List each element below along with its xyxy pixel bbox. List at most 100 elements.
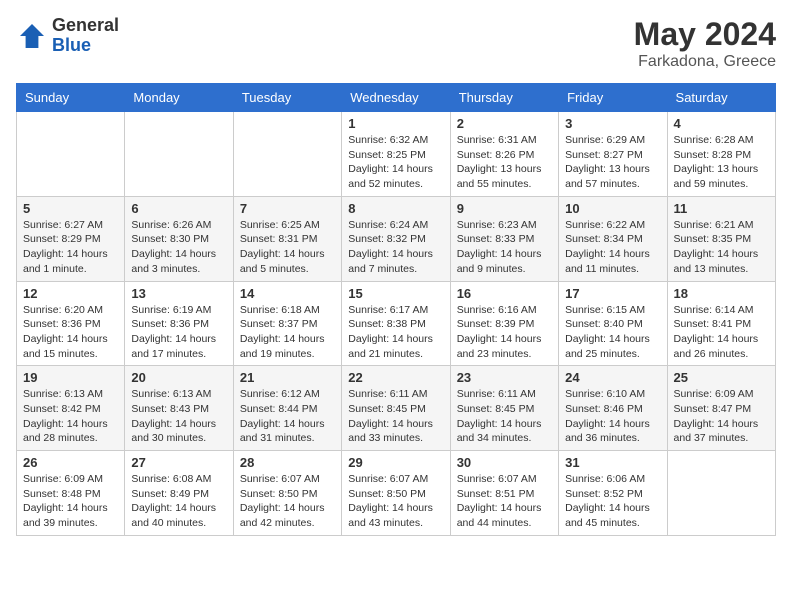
day-number: 20 bbox=[131, 370, 226, 385]
calendar-cell: 3 Sunrise: 6:29 AM Sunset: 8:27 PM Daylig… bbox=[559, 112, 667, 197]
day-detail: Sunrise: 6:07 AM Sunset: 8:50 PM Dayligh… bbox=[348, 472, 443, 531]
calendar-cell: 29 Sunrise: 6:07 AM Sunset: 8:50 PM Dayli… bbox=[342, 451, 450, 536]
calendar-cell: 15Sunrise: 6:17 AM Sunset: 8:38 PM Dayli… bbox=[342, 281, 450, 366]
day-number: 24 bbox=[565, 370, 660, 385]
logo-icon bbox=[16, 20, 48, 52]
day-detail: Sunrise: 6:20 AM Sunset: 8:36 PM Dayligh… bbox=[23, 303, 118, 362]
day-number: 17 bbox=[565, 286, 660, 301]
day-detail: Sunrise: 6:08 AM Sunset: 8:49 PM Dayligh… bbox=[131, 472, 226, 531]
calendar-cell: 5Sunrise: 6:27 AM Sunset: 8:29 PM Daylig… bbox=[17, 196, 125, 281]
calendar-cell: 17 Sunrise: 6:15 AM Sunset: 8:40 PM Dayli… bbox=[559, 281, 667, 366]
day-number: 10 bbox=[565, 201, 660, 216]
calendar-cell: 25 Sunrise: 6:09 AM Sunset: 8:47 PM Dayli… bbox=[667, 366, 775, 451]
calendar-cell: 8 Sunrise: 6:24 AM Sunset: 8:32 PM Daylig… bbox=[342, 196, 450, 281]
calendar-cell: 21 Sunrise: 6:12 AM Sunset: 8:44 PM Dayli… bbox=[233, 366, 341, 451]
day-detail: Sunrise: 6:11 AM Sunset: 8:45 PM Dayligh… bbox=[348, 387, 443, 446]
calendar-table: SundayMondayTuesdayWednesdayThursdayFrid… bbox=[16, 83, 776, 536]
day-detail: Sunrise: 6:10 AM Sunset: 8:46 PM Dayligh… bbox=[565, 387, 660, 446]
weekday-header-saturday: Saturday bbox=[667, 84, 775, 112]
calendar-cell: 23 Sunrise: 6:11 AM Sunset: 8:45 PM Dayli… bbox=[450, 366, 558, 451]
day-detail: Sunrise: 6:13 AM Sunset: 8:43 PM Dayligh… bbox=[131, 387, 226, 446]
day-detail: Sunrise: 6:11 AM Sunset: 8:45 PM Dayligh… bbox=[457, 387, 552, 446]
calendar-cell: 31Sunrise: 6:06 AM Sunset: 8:52 PM Dayli… bbox=[559, 451, 667, 536]
day-detail: Sunrise: 6:23 AM Sunset: 8:33 PM Dayligh… bbox=[457, 218, 552, 277]
day-number: 19 bbox=[23, 370, 118, 385]
day-number: 1 bbox=[348, 116, 443, 131]
calendar-cell: 1 Sunrise: 6:32 AM Sunset: 8:25 PM Daylig… bbox=[342, 112, 450, 197]
calendar-cell bbox=[17, 112, 125, 197]
calendar-week-row: 5Sunrise: 6:27 AM Sunset: 8:29 PM Daylig… bbox=[17, 196, 776, 281]
day-detail: Sunrise: 6:07 AM Sunset: 8:51 PM Dayligh… bbox=[457, 472, 552, 531]
day-detail: Sunrise: 6:12 AM Sunset: 8:44 PM Dayligh… bbox=[240, 387, 335, 446]
month-year-title: May 2024 bbox=[634, 16, 776, 53]
calendar-cell: 6Sunrise: 6:26 AM Sunset: 8:30 PM Daylig… bbox=[125, 196, 233, 281]
calendar-week-row: 19 Sunrise: 6:13 AM Sunset: 8:42 PM Dayli… bbox=[17, 366, 776, 451]
calendar-week-row: 12 Sunrise: 6:20 AM Sunset: 8:36 PM Dayli… bbox=[17, 281, 776, 366]
weekday-header-thursday: Thursday bbox=[450, 84, 558, 112]
calendar-cell: 12 Sunrise: 6:20 AM Sunset: 8:36 PM Dayli… bbox=[17, 281, 125, 366]
calendar-cell bbox=[233, 112, 341, 197]
day-number: 31 bbox=[565, 455, 660, 470]
day-number: 16 bbox=[457, 286, 552, 301]
day-number: 28 bbox=[240, 455, 335, 470]
day-detail: Sunrise: 6:09 AM Sunset: 8:47 PM Dayligh… bbox=[674, 387, 769, 446]
day-number: 25 bbox=[674, 370, 769, 385]
calendar-cell: 24 Sunrise: 6:10 AM Sunset: 8:46 PM Dayli… bbox=[559, 366, 667, 451]
calendar-cell bbox=[667, 451, 775, 536]
day-number: 23 bbox=[457, 370, 552, 385]
day-detail: Sunrise: 6:31 AM Sunset: 8:26 PM Dayligh… bbox=[457, 133, 552, 192]
calendar-cell: 22Sunrise: 6:11 AM Sunset: 8:45 PM Dayli… bbox=[342, 366, 450, 451]
day-detail: Sunrise: 6:09 AM Sunset: 8:48 PM Dayligh… bbox=[23, 472, 118, 531]
calendar-cell: 27Sunrise: 6:08 AM Sunset: 8:49 PM Dayli… bbox=[125, 451, 233, 536]
day-number: 7 bbox=[240, 201, 335, 216]
weekday-header-row: SundayMondayTuesdayWednesdayThursdayFrid… bbox=[17, 84, 776, 112]
day-detail: Sunrise: 6:13 AM Sunset: 8:42 PM Dayligh… bbox=[23, 387, 118, 446]
page-header: General Blue May 2024 Farkadona, Greece bbox=[16, 16, 776, 71]
day-number: 11 bbox=[674, 201, 769, 216]
calendar-cell: 26 Sunrise: 6:09 AM Sunset: 8:48 PM Dayli… bbox=[17, 451, 125, 536]
day-number: 29 bbox=[348, 455, 443, 470]
day-number: 15 bbox=[348, 286, 443, 301]
calendar-cell: 18 Sunrise: 6:14 AM Sunset: 8:41 PM Dayli… bbox=[667, 281, 775, 366]
calendar-week-row: 1 Sunrise: 6:32 AM Sunset: 8:25 PM Daylig… bbox=[17, 112, 776, 197]
calendar-cell: 10Sunrise: 6:22 AM Sunset: 8:34 PM Dayli… bbox=[559, 196, 667, 281]
logo-text: General Blue bbox=[52, 16, 119, 56]
day-detail: Sunrise: 6:32 AM Sunset: 8:25 PM Dayligh… bbox=[348, 133, 443, 192]
logo: General Blue bbox=[16, 16, 119, 56]
day-number: 6 bbox=[131, 201, 226, 216]
day-number: 8 bbox=[348, 201, 443, 216]
weekday-header-tuesday: Tuesday bbox=[233, 84, 341, 112]
day-number: 14 bbox=[240, 286, 335, 301]
day-detail: Sunrise: 6:24 AM Sunset: 8:32 PM Dayligh… bbox=[348, 218, 443, 277]
weekday-header-wednesday: Wednesday bbox=[342, 84, 450, 112]
day-detail: Sunrise: 6:18 AM Sunset: 8:37 PM Dayligh… bbox=[240, 303, 335, 362]
calendar-cell: 9Sunrise: 6:23 AM Sunset: 8:33 PM Daylig… bbox=[450, 196, 558, 281]
day-detail: Sunrise: 6:21 AM Sunset: 8:35 PM Dayligh… bbox=[674, 218, 769, 277]
day-detail: Sunrise: 6:07 AM Sunset: 8:50 PM Dayligh… bbox=[240, 472, 335, 531]
calendar-cell: 7Sunrise: 6:25 AM Sunset: 8:31 PM Daylig… bbox=[233, 196, 341, 281]
weekday-header-friday: Friday bbox=[559, 84, 667, 112]
day-detail: Sunrise: 6:14 AM Sunset: 8:41 PM Dayligh… bbox=[674, 303, 769, 362]
day-number: 30 bbox=[457, 455, 552, 470]
calendar-cell: 16 Sunrise: 6:16 AM Sunset: 8:39 PM Dayli… bbox=[450, 281, 558, 366]
calendar-week-row: 26 Sunrise: 6:09 AM Sunset: 8:48 PM Dayli… bbox=[17, 451, 776, 536]
day-number: 21 bbox=[240, 370, 335, 385]
calendar-cell: 28 Sunrise: 6:07 AM Sunset: 8:50 PM Dayli… bbox=[233, 451, 341, 536]
day-detail: Sunrise: 6:29 AM Sunset: 8:27 PM Dayligh… bbox=[565, 133, 660, 192]
day-number: 26 bbox=[23, 455, 118, 470]
title-block: May 2024 Farkadona, Greece bbox=[634, 16, 776, 71]
day-detail: Sunrise: 6:27 AM Sunset: 8:29 PM Dayligh… bbox=[23, 218, 118, 277]
day-detail: Sunrise: 6:15 AM Sunset: 8:40 PM Dayligh… bbox=[565, 303, 660, 362]
calendar-cell bbox=[125, 112, 233, 197]
day-detail: Sunrise: 6:19 AM Sunset: 8:36 PM Dayligh… bbox=[131, 303, 226, 362]
calendar-cell: 2Sunrise: 6:31 AM Sunset: 8:26 PM Daylig… bbox=[450, 112, 558, 197]
weekday-header-sunday: Sunday bbox=[17, 84, 125, 112]
day-number: 3 bbox=[565, 116, 660, 131]
day-detail: Sunrise: 6:16 AM Sunset: 8:39 PM Dayligh… bbox=[457, 303, 552, 362]
calendar-cell: 13Sunrise: 6:19 AM Sunset: 8:36 PM Dayli… bbox=[125, 281, 233, 366]
day-number: 18 bbox=[674, 286, 769, 301]
calendar-cell: 11 Sunrise: 6:21 AM Sunset: 8:35 PM Dayli… bbox=[667, 196, 775, 281]
calendar-cell: 19 Sunrise: 6:13 AM Sunset: 8:42 PM Dayli… bbox=[17, 366, 125, 451]
location-subtitle: Farkadona, Greece bbox=[634, 53, 776, 71]
day-number: 12 bbox=[23, 286, 118, 301]
